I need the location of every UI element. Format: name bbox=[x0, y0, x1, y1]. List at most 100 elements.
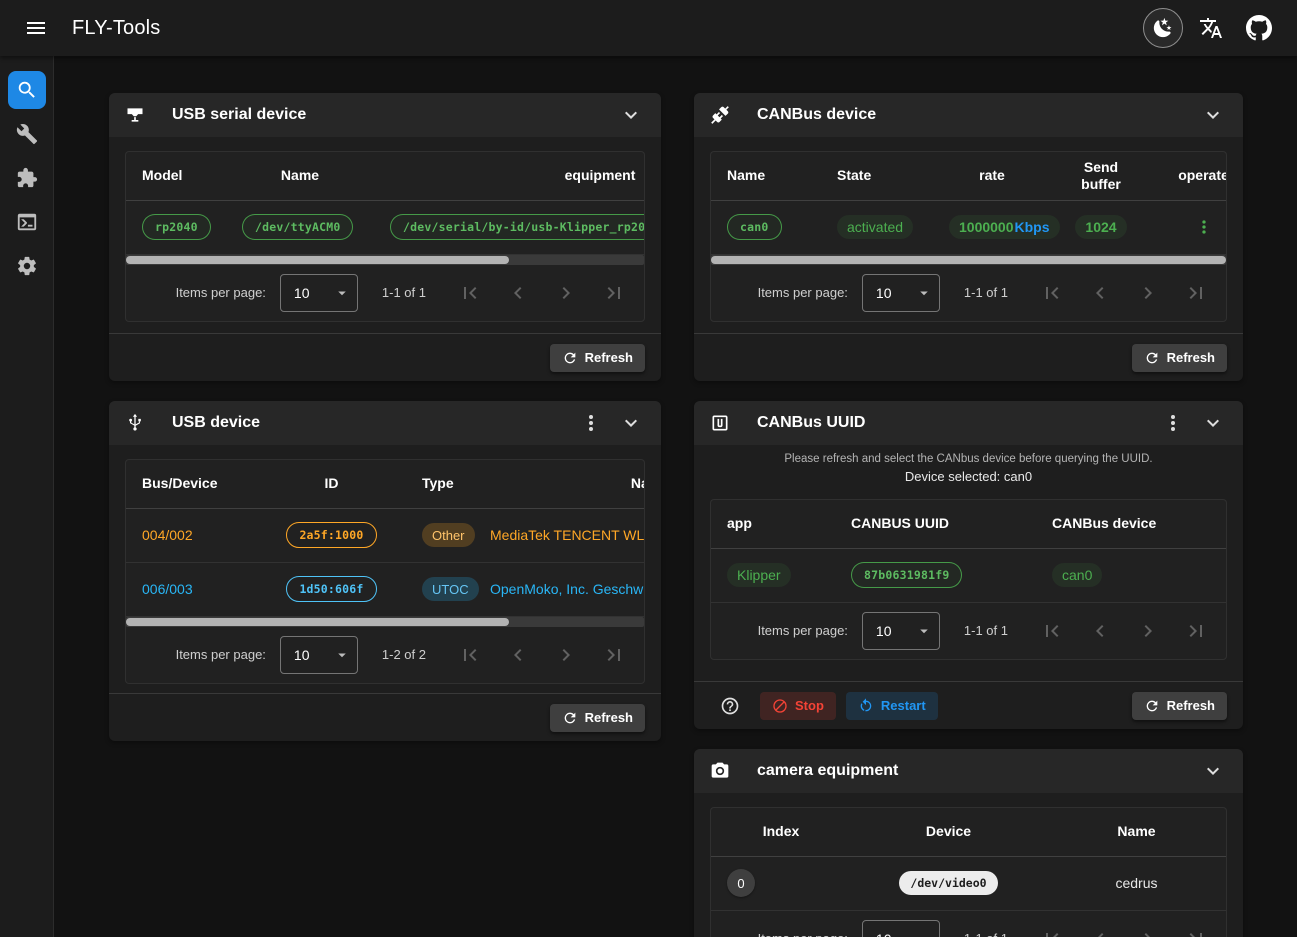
previous-page-button[interactable] bbox=[494, 631, 542, 679]
state-badge: activated bbox=[837, 215, 913, 239]
collapse-button[interactable] bbox=[1193, 751, 1233, 791]
refresh-button[interactable]: Refresh bbox=[550, 344, 645, 372]
uuid-hint-text: Please refresh and select the CANbus dev… bbox=[710, 452, 1227, 466]
first-page-button[interactable] bbox=[1028, 607, 1076, 655]
help-circle-icon bbox=[720, 696, 740, 716]
rate-value: 1000000 bbox=[959, 219, 1014, 235]
column-header: Name bbox=[226, 152, 374, 200]
github-button[interactable] bbox=[1239, 8, 1279, 48]
items-per-page-select[interactable]: 10 bbox=[862, 274, 940, 312]
hamburger-menu-button[interactable] bbox=[20, 12, 52, 44]
previous-page-button[interactable] bbox=[1076, 607, 1124, 655]
rate-unit: Kbps bbox=[1015, 219, 1050, 235]
collapse-button[interactable] bbox=[1193, 95, 1233, 135]
previous-page-button[interactable] bbox=[1076, 269, 1124, 317]
language-button[interactable] bbox=[1191, 8, 1231, 48]
collapse-button[interactable] bbox=[611, 95, 651, 135]
usb-id-chip: 1d50:606f bbox=[286, 576, 376, 602]
last-page-button[interactable] bbox=[1172, 607, 1220, 655]
scrollbar-thumb[interactable] bbox=[126, 256, 509, 264]
pagination: Items per page: 10 1-1 of 1 bbox=[126, 265, 644, 321]
row-operate-button[interactable] bbox=[1186, 209, 1222, 245]
usb-icon bbox=[125, 413, 145, 433]
data-table: Index Device Name 0 /dev/video0 cedrus bbox=[710, 807, 1227, 937]
card-title: CANBus UUID bbox=[757, 414, 865, 432]
items-per-page-value: 10 bbox=[876, 931, 892, 937]
column-header: Index bbox=[711, 808, 851, 856]
last-page-button[interactable] bbox=[1172, 915, 1220, 937]
chevron-down-icon bbox=[619, 103, 643, 127]
next-page-button[interactable] bbox=[1124, 915, 1172, 937]
items-per-page-select[interactable]: 10 bbox=[862, 612, 940, 650]
pagination: Items per page: 10 1-2 of 2 bbox=[126, 627, 644, 683]
refresh-button[interactable]: Refresh bbox=[1132, 344, 1227, 372]
column-header: CANBUS UUID bbox=[835, 500, 1036, 548]
last-page-button[interactable] bbox=[1172, 269, 1220, 317]
wrench-icon bbox=[16, 123, 38, 145]
table-row: Klipper 87b0631981f9 can0 bbox=[711, 548, 1226, 602]
scrollbar-thumb[interactable] bbox=[711, 256, 1226, 264]
chevron-down-icon bbox=[915, 622, 933, 640]
dots-vertical-icon bbox=[1161, 411, 1185, 435]
usb-type-chip: UTOC bbox=[422, 577, 479, 601]
horizontal-scrollbar[interactable] bbox=[711, 255, 1226, 265]
table-row: rp2040 /dev/ttyACM0 /dev/serial/by-id/us… bbox=[126, 200, 644, 254]
column-header: Bus/Device bbox=[126, 460, 257, 508]
next-page-button[interactable] bbox=[542, 269, 590, 317]
sidebar-item-tools[interactable] bbox=[0, 112, 54, 156]
usb-name-cell: MediaTek TENCENT WL bbox=[474, 508, 644, 562]
chevron-down-icon bbox=[915, 930, 933, 937]
last-page-button[interactable] bbox=[590, 631, 638, 679]
horizontal-scrollbar[interactable] bbox=[126, 255, 644, 265]
page-first-icon bbox=[458, 643, 482, 667]
stop-button[interactable]: Stop bbox=[760, 692, 836, 720]
column-header: Name bbox=[711, 152, 821, 200]
last-page-button[interactable] bbox=[590, 269, 638, 317]
card-actions: Refresh bbox=[109, 333, 661, 381]
column-header: operate bbox=[1151, 152, 1226, 200]
usb-id-chip: 2a5f:1000 bbox=[286, 522, 376, 548]
more-options-button[interactable] bbox=[1153, 403, 1193, 443]
refresh-button[interactable]: Refresh bbox=[1132, 692, 1227, 720]
next-page-button[interactable] bbox=[1124, 269, 1172, 317]
data-table: app CANBUS UUID CANBus device Klipper 87… bbox=[710, 499, 1227, 660]
help-button[interactable] bbox=[716, 692, 744, 720]
more-options-button[interactable] bbox=[571, 403, 611, 443]
first-page-button[interactable] bbox=[446, 631, 494, 679]
dark-mode-toggle-button[interactable] bbox=[1143, 8, 1183, 48]
collapse-button[interactable] bbox=[611, 403, 651, 443]
sidebar-item-plugins[interactable] bbox=[0, 156, 54, 200]
sidebar-item-settings[interactable] bbox=[0, 244, 54, 288]
next-page-button[interactable] bbox=[542, 631, 590, 679]
card-actions: Refresh bbox=[109, 693, 661, 741]
sidebar-item-terminal[interactable] bbox=[0, 200, 54, 244]
table-row: can0 activated 1000000Kbps 1024 bbox=[711, 200, 1226, 254]
terminal-icon bbox=[16, 211, 38, 233]
column-header: CANBus device bbox=[1036, 500, 1226, 548]
items-per-page-label: Items per page: bbox=[758, 931, 848, 937]
items-per-page-label: Items per page: bbox=[758, 623, 848, 638]
sidebar-item-device-query[interactable] bbox=[0, 68, 54, 112]
previous-page-button[interactable] bbox=[1076, 915, 1124, 937]
items-per-page-label: Items per page: bbox=[176, 285, 266, 300]
next-page-button[interactable] bbox=[1124, 607, 1172, 655]
send-buffer-value: 1024 bbox=[1075, 215, 1126, 239]
items-per-page-select[interactable]: 10 bbox=[280, 274, 358, 312]
first-page-button[interactable] bbox=[1028, 269, 1076, 317]
items-per-page-select[interactable]: 10 bbox=[280, 636, 358, 674]
page-last-icon bbox=[1184, 619, 1208, 643]
restart-button[interactable]: Restart bbox=[846, 692, 938, 720]
refresh-button[interactable]: Refresh bbox=[550, 704, 645, 732]
translate-icon bbox=[1199, 16, 1223, 40]
previous-page-button[interactable] bbox=[494, 269, 542, 317]
table-row: 004/002 2a5f:1000 Other MediaTek TENCENT… bbox=[126, 508, 644, 562]
scrollbar-thumb[interactable] bbox=[126, 618, 509, 626]
data-table: Model Name equipment rp2040 /dev/ttyACM0… bbox=[125, 151, 645, 322]
first-page-button[interactable] bbox=[446, 269, 494, 317]
collapse-button[interactable] bbox=[1193, 403, 1233, 443]
card-header: USB device bbox=[109, 401, 661, 445]
items-per-page-select[interactable]: 10 bbox=[862, 920, 940, 937]
camera-icon bbox=[710, 761, 730, 781]
horizontal-scrollbar[interactable] bbox=[126, 617, 644, 627]
device-name-chip: /dev/ttyACM0 bbox=[242, 214, 353, 240]
